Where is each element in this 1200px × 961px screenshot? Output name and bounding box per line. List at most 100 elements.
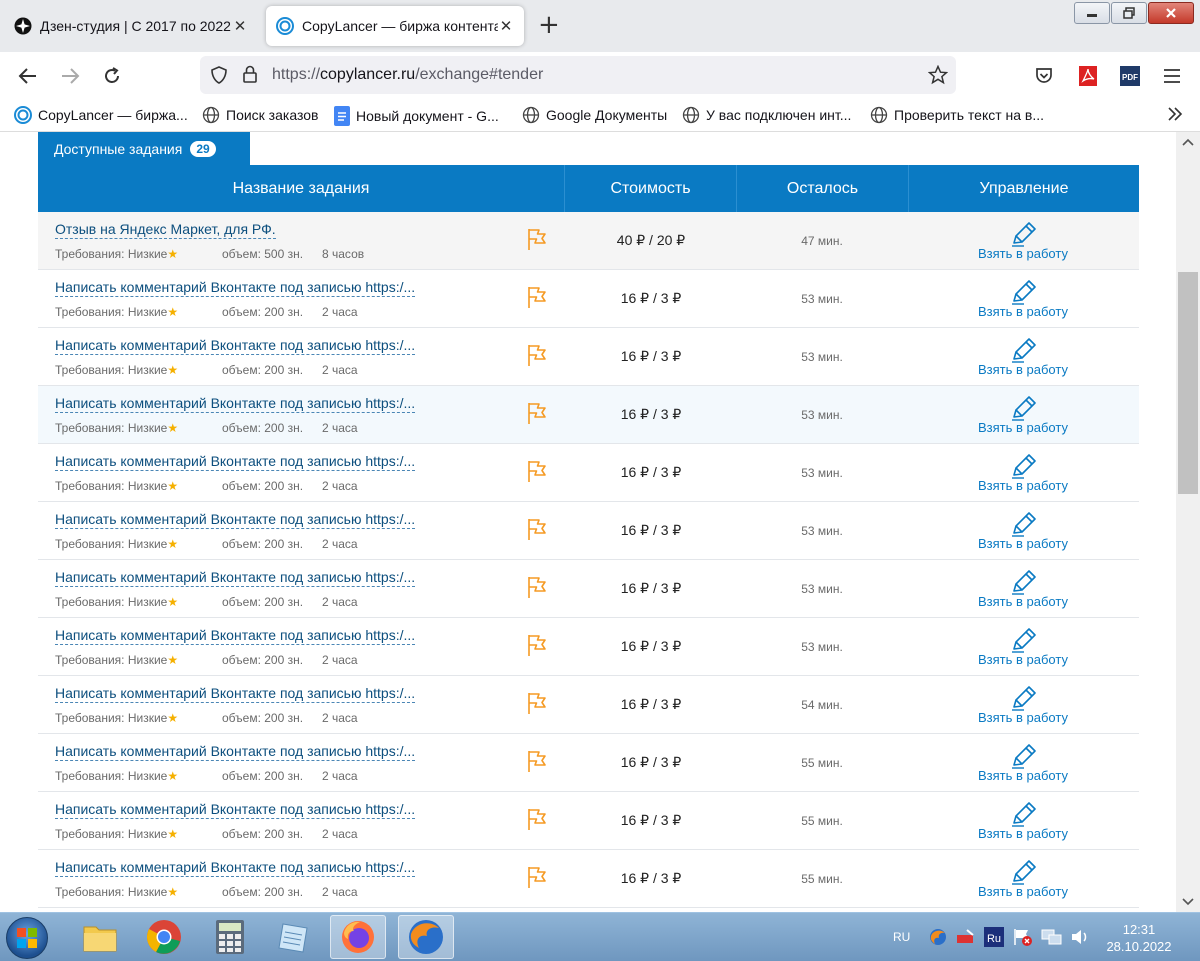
requirements-label: Требования:	[55, 363, 125, 377]
tab-dzen-studio[interactable]: Дзен-студия | С 2017 по 2022 г ✕	[4, 6, 258, 46]
take-task-button[interactable]: Взять в работу	[938, 710, 1108, 725]
taskbar-browser-window[interactable]	[398, 915, 454, 959]
requirements-label: Требования:	[55, 885, 125, 899]
task-title-link[interactable]: Написать комментарий Вконтакте под запис…	[55, 685, 416, 703]
close-tab-icon[interactable]: ✕	[498, 17, 514, 35]
start-button[interactable]	[6, 917, 48, 959]
restore-button[interactable]	[1111, 2, 1147, 24]
page-scrollbar[interactable]	[1176, 132, 1200, 912]
bookmark-search-orders[interactable]: Поиск заказов	[202, 106, 318, 124]
language-indicator[interactable]: RU	[893, 930, 910, 944]
tray-ru-keyboard-icon[interactable]: Ru	[983, 926, 1005, 948]
take-task-button[interactable]: Взять в работу	[938, 362, 1108, 377]
bookmark-label: Google Документы	[546, 107, 668, 123]
minimize-button[interactable]	[1074, 2, 1110, 24]
url-text[interactable]: https://copylancer.ru/exchange#tender	[272, 66, 543, 84]
tab-available-tasks[interactable]: Доступные задания 29	[38, 132, 250, 165]
close-window-button[interactable]	[1148, 2, 1194, 24]
header-cost[interactable]: Стоимость	[565, 165, 737, 212]
address-bar[interactable]: https://copylancer.ru/exchange#tender	[200, 56, 956, 94]
scroll-up-icon[interactable]	[1182, 138, 1194, 146]
system-clock[interactable]: 12:31 28.10.2022	[1104, 921, 1174, 955]
flag-icon[interactable]	[526, 865, 548, 893]
close-tab-icon[interactable]: ✕	[232, 17, 248, 35]
flag-icon[interactable]	[526, 633, 548, 661]
bookmark-copylancer[interactable]: CopyLancer — биржа...	[14, 106, 188, 124]
tab-title: Дзен-студия | С 2017 по 2022 г	[40, 18, 232, 34]
pdf-adobe-button[interactable]	[1076, 64, 1100, 88]
taskbar-notepad[interactable]	[266, 915, 322, 959]
task-volume: объем: 200 зн.	[222, 885, 304, 899]
pocket-button[interactable]	[1032, 64, 1056, 88]
task-duration: 2 часа	[322, 885, 358, 899]
scrollbar-thumb[interactable]	[1178, 272, 1198, 494]
task-title-link[interactable]: Написать комментарий Вконтакте под запис…	[55, 801, 416, 819]
task-title-link[interactable]: Написать комментарий Вконтакте под запис…	[55, 511, 416, 529]
flag-icon[interactable]	[526, 227, 548, 255]
task-title-link[interactable]: Написать комментарий Вконтакте под запис…	[55, 395, 416, 413]
bookmark-google-docs[interactable]: Google Документы	[522, 106, 667, 124]
task-title-link[interactable]: Написать комментарий Вконтакте под запис…	[55, 337, 416, 355]
header-remaining[interactable]: Осталось	[737, 165, 909, 212]
flag-icon[interactable]	[526, 343, 548, 371]
taskbar-chrome[interactable]	[136, 915, 192, 959]
take-task-button[interactable]: Взять в работу	[938, 304, 1108, 319]
task-title-link[interactable]: Написать комментарий Вконтакте под запис…	[55, 743, 416, 761]
bookmark-internet-connected[interactable]: У вас подключен инт...	[682, 106, 851, 124]
tray-firefox-icon[interactable]	[928, 927, 948, 947]
reload-button[interactable]	[100, 64, 124, 88]
back-button[interactable]	[16, 64, 40, 88]
scroll-down-icon[interactable]	[1182, 898, 1194, 906]
tray-volume-icon[interactable]	[1070, 927, 1090, 947]
requirements-value: Низкие	[127, 885, 168, 899]
flag-icon[interactable]	[526, 401, 548, 429]
take-task-button[interactable]: Взять в работу	[938, 594, 1108, 609]
flag-icon[interactable]	[526, 575, 548, 603]
bookmark-check-text[interactable]: Проверить текст на в...	[870, 106, 1044, 124]
take-task-button[interactable]: Взять в работу	[938, 420, 1108, 435]
task-title-link[interactable]: Написать комментарий Вконтакте под запис…	[55, 453, 416, 471]
taskbar-explorer[interactable]	[72, 915, 128, 959]
flag-icon[interactable]	[526, 749, 548, 777]
taskbar-calculator[interactable]	[202, 915, 258, 959]
table-header: Название задания Стоимость Осталось Упра…	[38, 165, 1139, 212]
take-task-button[interactable]: Взять в работу	[938, 478, 1108, 493]
lock-icon[interactable]	[242, 65, 258, 83]
taskbar-firefox[interactable]	[330, 915, 386, 959]
flag-icon[interactable]	[526, 691, 548, 719]
star-bookmark-icon[interactable]	[928, 65, 948, 85]
take-task-button[interactable]: Взять в работу	[938, 884, 1108, 899]
flag-icon[interactable]	[526, 285, 548, 313]
flag-icon[interactable]	[526, 807, 548, 835]
take-task-button[interactable]: Взять в работу	[938, 652, 1108, 667]
task-time-remaining: 55 мин.	[801, 872, 843, 886]
take-task-button[interactable]: Взять в работу	[938, 826, 1108, 841]
tray-network-tool-icon[interactable]	[955, 927, 975, 947]
take-task-button[interactable]: Взять в работу	[938, 536, 1108, 551]
task-price: 16 ₽ / 3 ₽	[620, 870, 682, 886]
more-bookmarks-button[interactable]	[1166, 105, 1190, 123]
new-tab-button[interactable]: +	[538, 12, 560, 38]
flag-icon[interactable]	[526, 459, 548, 487]
task-title-link[interactable]: Написать комментарий Вконтакте под запис…	[55, 859, 416, 877]
take-task-button[interactable]: Взять в работу	[938, 768, 1108, 783]
task-title-link[interactable]: Отзыв на Яндекс Маркет, для РФ.	[55, 221, 276, 239]
flag-icon[interactable]	[526, 517, 548, 545]
task-title-link[interactable]: Написать комментарий Вконтакте под запис…	[55, 627, 416, 645]
task-title-link[interactable]: Написать комментарий Вконтакте под запис…	[55, 279, 416, 297]
forward-button[interactable]	[58, 64, 82, 88]
pdf-converter-button[interactable]: PDF	[1118, 64, 1142, 88]
tray-error-flag-icon[interactable]	[1012, 927, 1034, 947]
tab-copylancer[interactable]: CopyLancer — биржа контента ✕	[266, 6, 524, 46]
bookmark-new-document[interactable]: Новый документ - G...	[334, 106, 499, 126]
tray-network-icon[interactable]	[1040, 927, 1062, 947]
requirements-value: Низкие	[127, 537, 168, 551]
menu-button[interactable]	[1160, 64, 1184, 88]
header-task-name[interactable]: Название задания	[38, 165, 565, 212]
star-icon: ★	[167, 305, 179, 319]
requirements-label: Требования:	[55, 711, 125, 725]
task-title-link[interactable]: Написать комментарий Вконтакте под запис…	[55, 569, 416, 587]
take-task-button[interactable]: Взять в работу	[938, 246, 1108, 261]
task-meta: Требования: Низкие★ объем: 200 зн. 2 часа	[55, 827, 358, 841]
shield-icon[interactable]	[210, 66, 228, 84]
